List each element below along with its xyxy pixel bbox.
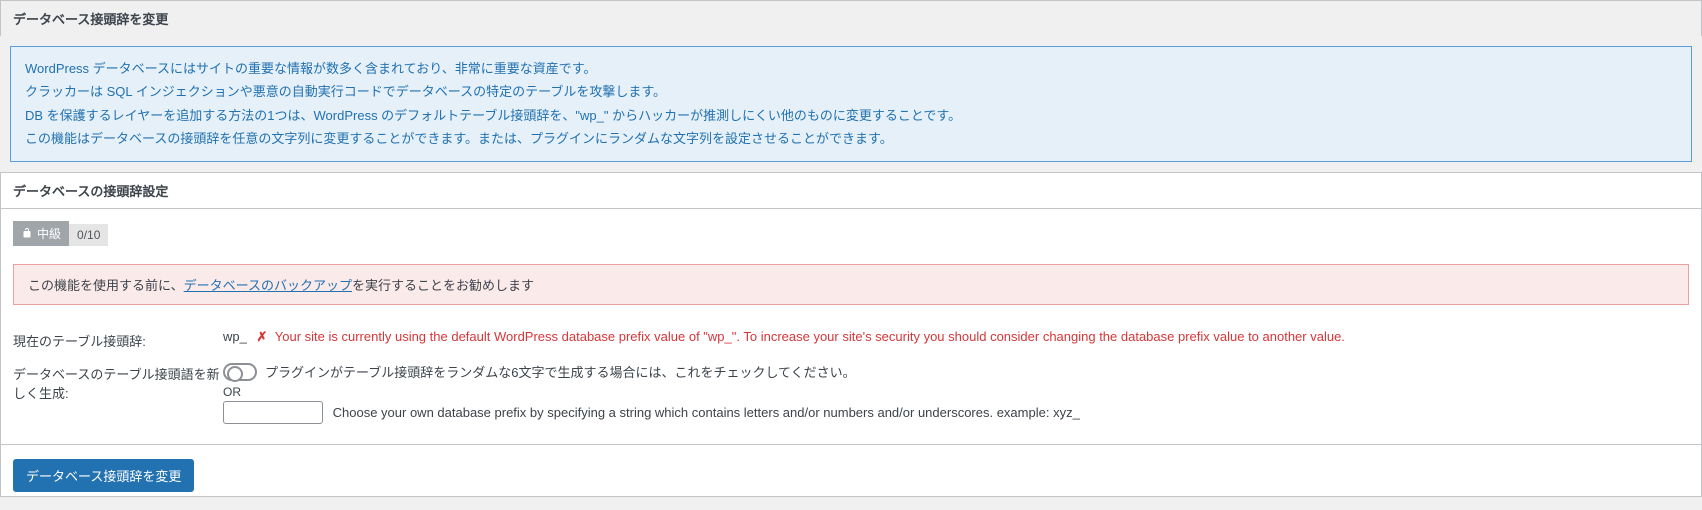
generate-prefix-label: データベースのテーブル接頭語を新しく生成:: [13, 362, 223, 402]
change-prefix-button[interactable]: データベース接頭辞を変更: [13, 459, 194, 492]
or-text: OR: [223, 385, 1689, 399]
info-line: DB を保護するレイヤーを追加する方法の1つは、WordPress のデフォルト…: [25, 104, 1677, 127]
current-prefix-warning: Your site is currently using the default…: [275, 329, 1345, 344]
security-level-text: 中級: [37, 225, 61, 242]
security-level-badge: 中級: [13, 221, 69, 246]
cross-icon: ✗: [256, 329, 267, 344]
warning-after: を実行することをお勧めします: [352, 278, 534, 293]
page-title: データベース接頭辞を変更: [0, 0, 1702, 36]
section-title: データベースの接頭辞設定: [0, 172, 1702, 208]
security-score: 0/10: [69, 224, 108, 246]
current-prefix-value: wp_: [223, 329, 247, 344]
unlock-icon: [21, 227, 33, 239]
security-badge-row: 中級 0/10: [13, 209, 1689, 257]
generate-random-toggle[interactable]: [223, 363, 257, 381]
current-prefix-row: 現在のテーブル接頭辞: wp_ ✗ Your site is currently…: [13, 323, 1689, 356]
backup-link[interactable]: データベースのバックアップ: [184, 278, 352, 293]
info-line: クラッカーは SQL インジェクションや悪意の自動実行コードでデータベースの特定…: [25, 80, 1677, 103]
info-box: WordPress データベースにはサイトの重要な情報が数多く含まれており、非常…: [10, 46, 1692, 162]
info-line: WordPress データベースにはサイトの重要な情報が数多く含まれており、非常…: [25, 57, 1677, 80]
custom-prefix-help: Choose your own database prefix by speci…: [333, 405, 1080, 420]
info-line: この機能はデータベースの接頭辞を任意の文字列に変更することができます。または、プ…: [25, 127, 1677, 150]
backup-warning: この機能を使用する前に、データベースのバックアップを実行することをお勧めします: [13, 264, 1689, 305]
generate-toggle-help: プラグインがテーブル接頭辞をランダムな6文字で生成する場合には、これをチェックし…: [265, 362, 856, 381]
custom-prefix-input[interactable]: [223, 401, 323, 424]
current-prefix-label: 現在のテーブル接頭辞:: [13, 329, 223, 350]
settings-panel: 中級 0/10 この機能を使用する前に、データベースのバックアップを実行すること…: [0, 208, 1702, 446]
generate-prefix-row: データベースのテーブル接頭語を新しく生成: プラグインがテーブル接頭辞をランダム…: [13, 356, 1689, 430]
warning-before: この機能を使用する前に、: [28, 278, 184, 293]
